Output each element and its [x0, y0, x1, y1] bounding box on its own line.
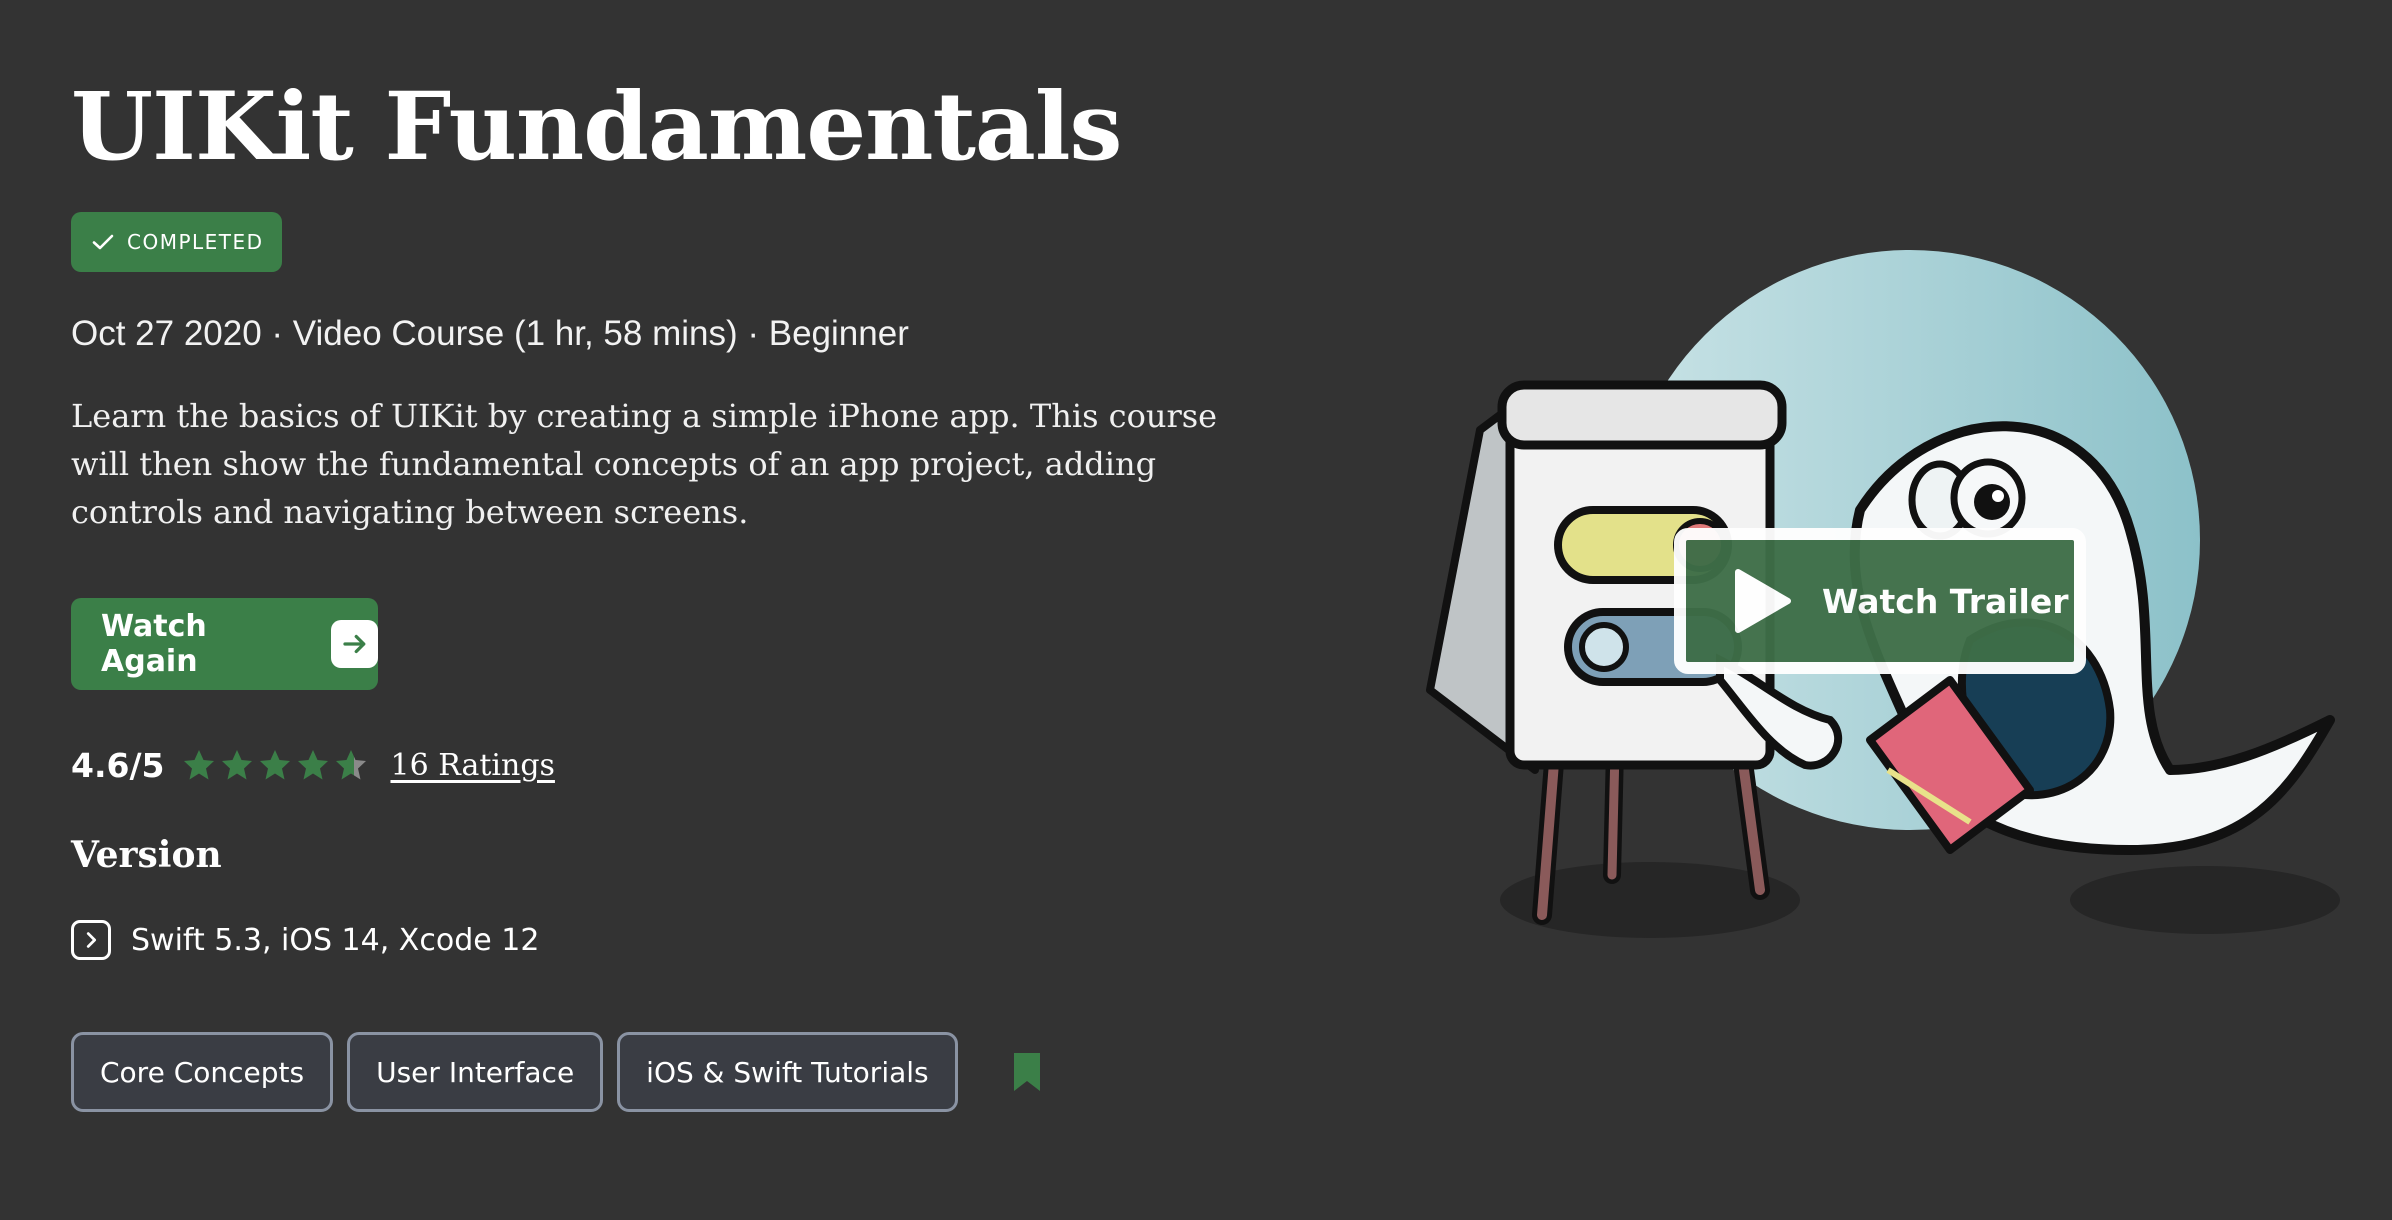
- star-icon: [260, 750, 291, 780]
- page-title: UIKit Fundamentals: [71, 72, 1122, 182]
- course-description: Learn the basics of UIKit by creating a …: [71, 397, 1218, 531]
- play-icon: [1735, 569, 1791, 633]
- rating-row: 4.6/5 16 Ratings: [71, 740, 555, 790]
- watch-trailer-button[interactable]: Watch Trailer: [1674, 528, 2086, 674]
- star-icon: [222, 750, 253, 780]
- status-badge-label: COMPLETED: [127, 230, 264, 254]
- tag-ios-swift-tutorials[interactable]: iOS & Swift Tutorials: [617, 1032, 958, 1112]
- check-icon: [92, 234, 114, 250]
- watch-again-label: Watch Again: [101, 609, 207, 679]
- rating-stars: [182, 748, 368, 782]
- star-icon: [184, 750, 215, 780]
- star-icon: [336, 750, 367, 780]
- watch-again-button[interactable]: Watch Again: [71, 598, 378, 690]
- course-meta: Oct 27 2020 · Video Course (1 hr, 58 min…: [71, 314, 909, 353]
- star-icon: [298, 750, 329, 780]
- watch-trailer-label: Watch Trailer: [1822, 581, 2069, 621]
- ratings-count-link[interactable]: 16 Ratings: [390, 748, 554, 783]
- bookmark-icon[interactable]: [1012, 1051, 1042, 1093]
- tag-user-interface[interactable]: User Interface: [347, 1032, 604, 1112]
- status-badge: COMPLETED: [71, 212, 282, 272]
- arrow-right-icon: [331, 620, 378, 668]
- rating-score: 4.6/5: [71, 745, 165, 785]
- version-heading: Version: [71, 834, 222, 876]
- version-row[interactable]: Swift 5.3, iOS 14, Xcode 12: [71, 918, 539, 962]
- tag-core-concepts[interactable]: Core Concepts: [71, 1032, 334, 1112]
- chevron-right-icon[interactable]: [71, 920, 111, 960]
- version-value: Swift 5.3, iOS 14, Xcode 12: [131, 922, 540, 958]
- tag-list: Core Concepts User Interface iOS & Swift…: [71, 1032, 1042, 1112]
